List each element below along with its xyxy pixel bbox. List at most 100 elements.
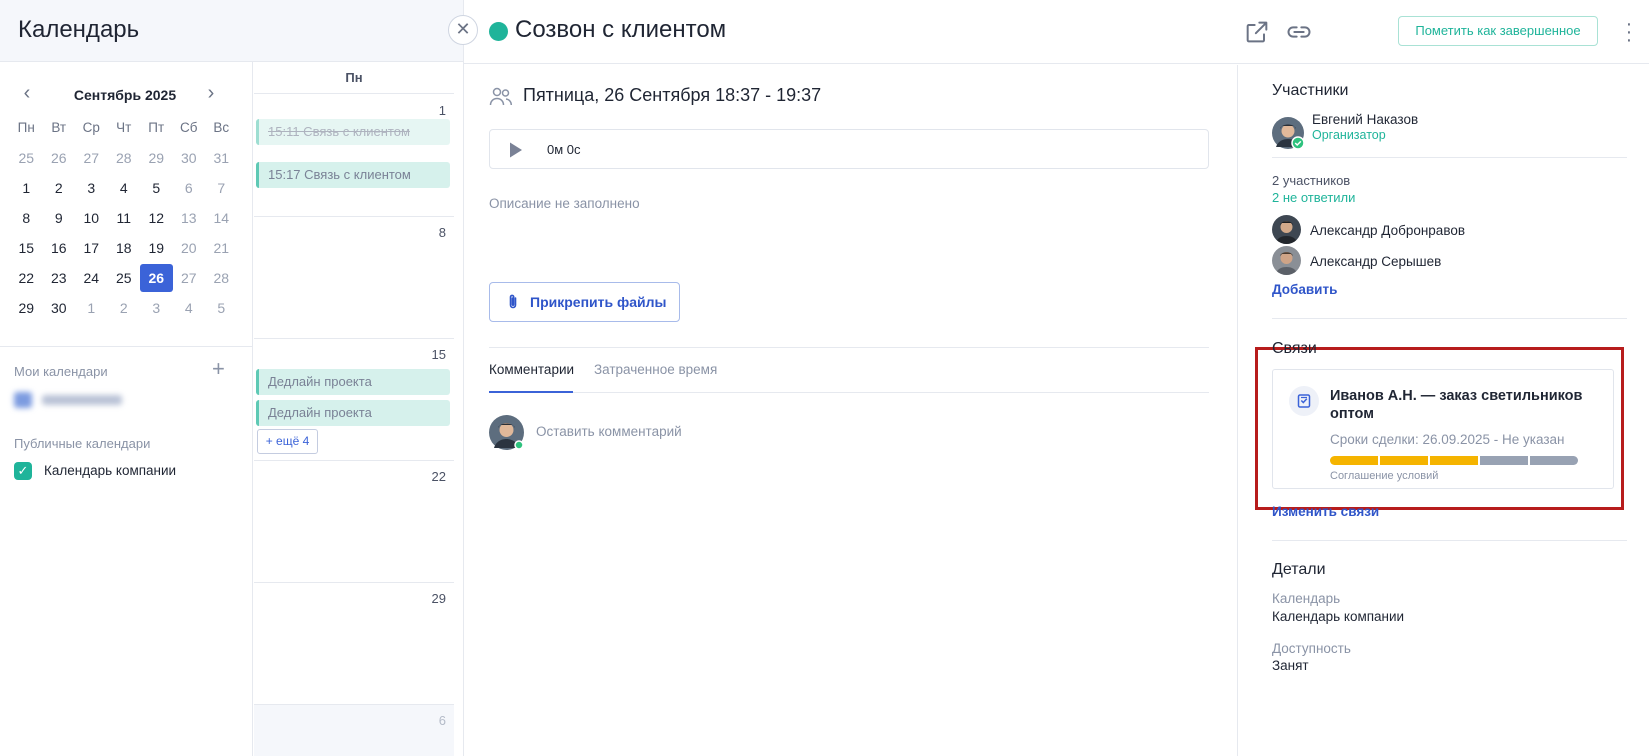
mini-calendar-day[interactable]: 3 <box>75 174 108 202</box>
mini-calendar-day[interactable]: 26 <box>43 144 76 172</box>
mini-calendar-day[interactable]: 6 <box>173 174 206 202</box>
attach-files-button[interactable]: Прикрепить файлы <box>489 282 680 322</box>
week-view-column: Пн 1 15:11 Связь с клиентом 15:17 Связь … <box>254 62 454 756</box>
mini-calendar-day[interactable]: 31 <box>205 144 238 172</box>
weekday-label: Сб <box>180 120 198 135</box>
mini-calendar-day[interactable]: 18 <box>108 234 141 262</box>
open-external-icon[interactable] <box>1243 18 1271 46</box>
edit-links-link[interactable]: Изменить связи <box>1272 504 1379 519</box>
event-date: Пятница, 26 Сентября 18:37 - 19:37 <box>523 85 822 105</box>
detail-availability-value: Занят <box>1272 658 1309 673</box>
recording-time: 0м 0с <box>547 142 581 157</box>
week-cell[interactable]: 22 <box>254 461 454 583</box>
tab-time-spent[interactable]: Затраченное время <box>594 362 717 393</box>
progress-segment <box>1480 456 1528 465</box>
mini-calendar-day[interactable]: 3 <box>140 294 173 322</box>
no-answer-count[interactable]: 2 не ответили <box>1272 190 1355 205</box>
mini-calendar-grid: Пн Вт Ср Чт Пт Сб Вс 25 26 27 28 29 30 31 1 2 3 4 5 6 7 8 9 10 1… <box>10 114 242 324</box>
mini-calendar-day[interactable]: 13 <box>173 204 206 232</box>
mini-calendar-day[interactable]: 14 <box>205 204 238 232</box>
deal-progress-bar <box>1330 456 1578 465</box>
paperclip-icon <box>509 294 517 309</box>
mini-calendar-day[interactable]: 24 <box>75 264 108 292</box>
prev-month-icon[interactable]: ‹ <box>18 83 36 103</box>
play-icon[interactable] <box>508 141 524 159</box>
mini-calendar-day[interactable]: 16 <box>43 234 76 262</box>
calendar-event[interactable]: Дедлайн проекта <box>256 369 450 395</box>
company-calendar-checkbox[interactable]: ✓ <box>14 462 32 480</box>
sidebar-divider <box>0 346 253 347</box>
mini-calendar-day[interactable]: 15 <box>10 234 43 262</box>
mini-calendar-day[interactable]: 5 <box>205 294 238 322</box>
more-vertical-icon[interactable]: · · · <box>1621 14 1637 50</box>
organizer-name[interactable]: Евгений Наказов <box>1312 112 1418 127</box>
add-participant-link[interactable]: Добавить <box>1272 282 1337 297</box>
week-column-header: Пн <box>254 62 454 94</box>
mini-calendar-day[interactable]: 30 <box>173 144 206 172</box>
mini-calendar-today[interactable]: 26 <box>140 264 173 292</box>
event-panel: Созвон с клиентом Пометить как завершенн… <box>463 0 1649 756</box>
week-cell[interactable]: 8 <box>254 217 454 339</box>
mini-calendar-day[interactable]: 25 <box>108 264 141 292</box>
mini-calendar-day[interactable]: 28 <box>108 144 141 172</box>
event-main-column: Пятница, 26 Сентября 18:37 - 19:37 0м 0с… <box>464 65 1238 756</box>
public-calendars-label: Публичные календари <box>14 436 151 451</box>
mini-calendar-day[interactable]: 27 <box>173 264 206 292</box>
week-cell[interactable]: 1 15:11 Связь с клиентом 15:17 Связь с к… <box>254 95 454 217</box>
mini-calendar-day[interactable]: 2 <box>43 174 76 202</box>
add-calendar-icon[interactable]: + <box>212 358 225 380</box>
calendar-event[interactable]: 15:17 Связь с клиентом <box>256 162 450 188</box>
copy-link-icon[interactable] <box>1285 18 1313 46</box>
mini-calendar-day[interactable]: 17 <box>75 234 108 262</box>
mini-calendar-day[interactable]: 22 <box>10 264 43 292</box>
mini-calendar-day[interactable]: 1 <box>75 294 108 322</box>
week-cell[interactable]: 6 <box>254 705 454 756</box>
linked-deal-card[interactable]: Иванов А.Н. — заказ светильников оптом С… <box>1272 369 1614 489</box>
mini-calendar-day[interactable]: 19 <box>140 234 173 262</box>
mini-calendar-day[interactable]: 21 <box>205 234 238 262</box>
mini-calendar-day[interactable]: 9 <box>43 204 76 232</box>
mini-calendar-day[interactable]: 27 <box>75 144 108 172</box>
tab-comments[interactable]: Комментарии <box>489 362 574 393</box>
week-cell[interactable]: 29 <box>254 583 454 705</box>
mini-calendar-day[interactable]: 5 <box>140 174 173 202</box>
mini-calendar-day[interactable]: 23 <box>43 264 76 292</box>
detail-calendar-value: Календарь компании <box>1272 609 1405 624</box>
participant-name[interactable]: Александр Серышев <box>1310 254 1441 269</box>
calendar-event[interactable]: 15:11 Связь с клиентом <box>256 119 450 145</box>
mini-calendar-day[interactable]: 20 <box>173 234 206 262</box>
more-events-button[interactable]: + ещё 4 <box>257 429 318 454</box>
deal-icon-badge <box>1289 386 1319 416</box>
mini-calendar-day[interactable]: 25 <box>10 144 43 172</box>
my-calendar-item-blurred[interactable] <box>14 392 130 408</box>
avatar <box>1272 246 1301 275</box>
mini-calendar-day[interactable]: 4 <box>173 294 206 322</box>
event-description[interactable]: Описание не заполнено <box>489 196 640 211</box>
comment-input[interactable]: Оставить комментарий <box>536 424 1196 444</box>
mini-calendar-day[interactable]: 8 <box>10 204 43 232</box>
mini-calendar-weekdays: Пн Вт Ср Чт Пт Сб Вс <box>10 114 242 144</box>
mini-calendar-day[interactable]: 11 <box>108 204 141 232</box>
calendar-event[interactable]: Дедлайн проекта <box>256 400 450 426</box>
day-number: 29 <box>431 591 446 606</box>
next-month-icon[interactable]: › <box>202 83 220 103</box>
mini-calendar-day[interactable]: 29 <box>140 144 173 172</box>
participant-name[interactable]: Александр Добронравов <box>1310 223 1465 238</box>
mini-calendar-day[interactable]: 4 <box>108 174 141 202</box>
mini-calendar-week: 15 16 17 18 19 20 21 <box>10 234 242 264</box>
mini-calendar-week: 29 30 1 2 3 4 5 <box>10 294 242 324</box>
mini-calendar-day[interactable]: 28 <box>205 264 238 292</box>
calendar-sidebar: ‹ Сентябрь 2025 › Пн Вт Ср Чт Пт Сб Вс 25 26 27 28… <box>0 62 253 756</box>
mini-calendar-day[interactable]: 29 <box>10 294 43 322</box>
mini-calendar-day[interactable]: 2 <box>108 294 141 322</box>
divider <box>1272 318 1627 319</box>
mini-calendar-day[interactable]: 7 <box>205 174 238 202</box>
mark-complete-button[interactable]: Пометить как завершенное <box>1398 16 1598 46</box>
mini-calendar-day[interactable]: 10 <box>75 204 108 232</box>
mini-calendar-month: Сентябрь 2025 <box>73 87 177 103</box>
day-number: 15 <box>431 347 446 362</box>
mini-calendar-day[interactable]: 1 <box>10 174 43 202</box>
close-icon[interactable]: ✕ <box>448 15 478 45</box>
mini-calendar-day[interactable]: 12 <box>140 204 173 232</box>
mini-calendar-day[interactable]: 30 <box>43 294 76 322</box>
